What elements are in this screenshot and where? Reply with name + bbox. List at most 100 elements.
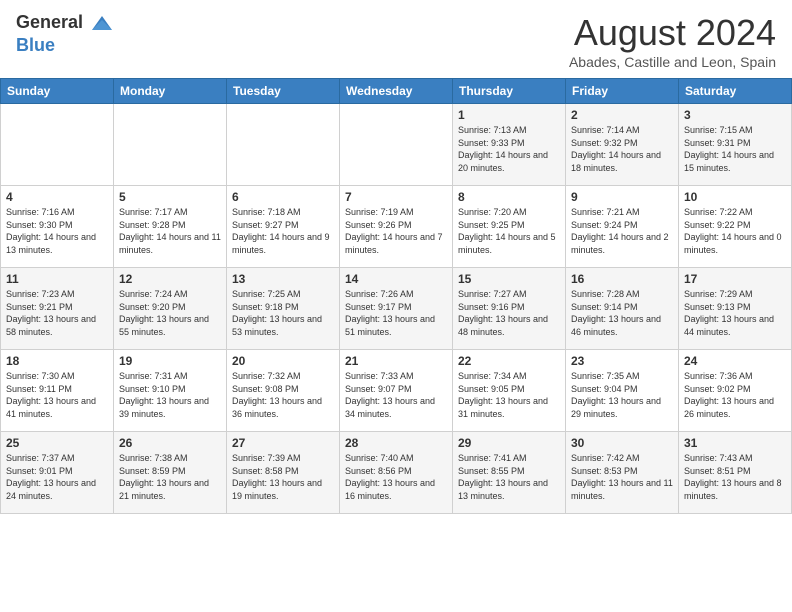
calendar-cell	[227, 104, 340, 186]
calendar-cell: 18Sunrise: 7:30 AMSunset: 9:11 PMDayligh…	[1, 350, 114, 432]
day-number: 15	[458, 272, 560, 286]
calendar-cell: 7Sunrise: 7:19 AMSunset: 9:26 PMDaylight…	[340, 186, 453, 268]
calendar-cell: 25 Sunrise: 7:37 AMSunset: 9:01 PMDayligh…	[1, 432, 114, 514]
day-number: 14	[345, 272, 447, 286]
day-number: 26	[119, 436, 221, 450]
day-info: Sunrise: 7:27 AMSunset: 9:16 PMDaylight:…	[458, 288, 560, 338]
calendar-cell: 31 Sunrise: 7:43 AMSunset: 8:51 PMDayligh…	[679, 432, 792, 514]
day-info: Sunrise: 7:20 AMSunset: 9:25 PMDaylight:…	[458, 206, 560, 256]
day-number: 20	[232, 354, 334, 368]
day-info: Sunrise: 7:42 AMSunset: 8:53 PMDaylight:…	[571, 452, 673, 502]
day-info: Sunrise: 7:38 AMSunset: 8:59 PMDaylight:…	[119, 452, 221, 502]
day-info: Sunrise: 7:35 AMSunset: 9:04 PMDaylight:…	[571, 370, 673, 420]
day-info: Sunrise: 7:34 AMSunset: 9:05 PMDaylight:…	[458, 370, 560, 420]
day-header-sunday: Sunday	[1, 79, 114, 104]
day-number: 29	[458, 436, 560, 450]
day-number: 12	[119, 272, 221, 286]
day-info: Sunrise: 7:13 AMSunset: 9:33 PMDaylight:…	[458, 124, 560, 174]
calendar-cell	[1, 104, 114, 186]
location: Abades, Castille and Leon, Spain	[569, 54, 776, 70]
calendar-cell: 23Sunrise: 7:35 AMSunset: 9:04 PMDayligh…	[566, 350, 679, 432]
calendar-cell: 27 Sunrise: 7:39 AMSunset: 8:58 PMDayligh…	[227, 432, 340, 514]
calendar-week-4: 18Sunrise: 7:30 AMSunset: 9:11 PMDayligh…	[1, 350, 792, 432]
calendar-cell: 3 Sunrise: 7:15 AMSunset: 9:31 PMDaylight…	[679, 104, 792, 186]
day-header-monday: Monday	[114, 79, 227, 104]
day-number: 3	[684, 108, 786, 122]
calendar-week-1: 1 Sunrise: 7:13 AMSunset: 9:33 PMDaylight…	[1, 104, 792, 186]
day-number: 25	[6, 436, 108, 450]
day-info: Sunrise: 7:28 AMSunset: 9:14 PMDaylight:…	[571, 288, 673, 338]
day-info: Sunrise: 7:29 AMSunset: 9:13 PMDaylight:…	[684, 288, 786, 338]
header: General Blue August 2024 Abades, Castill…	[0, 0, 792, 78]
calendar-cell: 6 Sunrise: 7:18 AMSunset: 9:27 PMDaylight…	[227, 186, 340, 268]
calendar-week-2: 4Sunrise: 7:16 AMSunset: 9:30 PMDaylight…	[1, 186, 792, 268]
day-number: 19	[119, 354, 221, 368]
calendar-cell	[340, 104, 453, 186]
day-number: 22	[458, 354, 560, 368]
day-number: 28	[345, 436, 447, 450]
calendar-cell: 10 Sunrise: 7:22 AMSunset: 9:22 PMDayligh…	[679, 186, 792, 268]
day-number: 31	[684, 436, 786, 450]
day-info: Sunrise: 7:36 AMSunset: 9:02 PMDaylight:…	[684, 370, 786, 420]
day-info: Sunrise: 7:41 AMSunset: 8:55 PMDaylight:…	[458, 452, 560, 502]
day-number: 4	[6, 190, 108, 204]
calendar-cell: 26 Sunrise: 7:38 AMSunset: 8:59 PMDayligh…	[114, 432, 227, 514]
day-number: 17	[684, 272, 786, 286]
day-number: 8	[458, 190, 560, 204]
calendar-cell: 21 Sunrise: 7:33 AMSunset: 9:07 PMDayligh…	[340, 350, 453, 432]
day-info: Sunrise: 7:40 AMSunset: 8:56 PMDaylight:…	[345, 452, 447, 502]
day-info: Sunrise: 7:30 AMSunset: 9:11 PMDaylight:…	[6, 370, 108, 420]
day-info: Sunrise: 7:39 AMSunset: 8:58 PMDaylight:…	[232, 452, 334, 502]
calendar-cell: 2 Sunrise: 7:14 AMSunset: 9:32 PMDaylight…	[566, 104, 679, 186]
day-number: 11	[6, 272, 108, 286]
day-info: Sunrise: 7:32 AMSunset: 9:08 PMDaylight:…	[232, 370, 334, 420]
logo-general: General	[16, 12, 83, 32]
day-number: 21	[345, 354, 447, 368]
calendar-cell: 19 Sunrise: 7:31 AMSunset: 9:10 PMDayligh…	[114, 350, 227, 432]
day-number: 10	[684, 190, 786, 204]
day-info: Sunrise: 7:21 AMSunset: 9:24 PMDaylight:…	[571, 206, 673, 256]
calendar-cell: 8 Sunrise: 7:20 AMSunset: 9:25 PMDaylight…	[453, 186, 566, 268]
calendar-cell: 24 Sunrise: 7:36 AMSunset: 9:02 PMDayligh…	[679, 350, 792, 432]
day-number: 1	[458, 108, 560, 122]
day-number: 9	[571, 190, 673, 204]
day-number: 16	[571, 272, 673, 286]
calendar-cell: 14 Sunrise: 7:26 AMSunset: 9:17 PMDayligh…	[340, 268, 453, 350]
day-number: 27	[232, 436, 334, 450]
day-info: Sunrise: 7:22 AMSunset: 9:22 PMDaylight:…	[684, 206, 786, 256]
day-number: 7	[345, 190, 447, 204]
day-number: 2	[571, 108, 673, 122]
calendar-header-row: SundayMondayTuesdayWednesdayThursdayFrid…	[1, 79, 792, 104]
calendar-cell: 11Sunrise: 7:23 AMSunset: 9:21 PMDayligh…	[1, 268, 114, 350]
calendar-cell	[114, 104, 227, 186]
calendar-cell: 13 Sunrise: 7:25 AMSunset: 9:18 PMDayligh…	[227, 268, 340, 350]
logo-icon	[90, 12, 114, 36]
calendar-cell: 20 Sunrise: 7:32 AMSunset: 9:08 PMDayligh…	[227, 350, 340, 432]
calendar-cell: 15 Sunrise: 7:27 AMSunset: 9:16 PMDayligh…	[453, 268, 566, 350]
calendar-cell: 28 Sunrise: 7:40 AMSunset: 8:56 PMDayligh…	[340, 432, 453, 514]
day-info: Sunrise: 7:25 AMSunset: 9:18 PMDaylight:…	[232, 288, 334, 338]
title-area: August 2024 Abades, Castille and Leon, S…	[569, 12, 776, 70]
day-info: Sunrise: 7:18 AMSunset: 9:27 PMDaylight:…	[232, 206, 334, 256]
calendar-cell: 12 Sunrise: 7:24 AMSunset: 9:20 PMDayligh…	[114, 268, 227, 350]
day-info: Sunrise: 7:31 AMSunset: 9:10 PMDaylight:…	[119, 370, 221, 420]
day-info: Sunrise: 7:26 AMSunset: 9:17 PMDaylight:…	[345, 288, 447, 338]
day-number: 5	[119, 190, 221, 204]
day-number: 24	[684, 354, 786, 368]
calendar-week-3: 11Sunrise: 7:23 AMSunset: 9:21 PMDayligh…	[1, 268, 792, 350]
day-info: Sunrise: 7:15 AMSunset: 9:31 PMDaylight:…	[684, 124, 786, 174]
calendar-cell: 29 Sunrise: 7:41 AMSunset: 8:55 PMDayligh…	[453, 432, 566, 514]
logo: General Blue	[16, 12, 114, 55]
calendar-cell: 1 Sunrise: 7:13 AMSunset: 9:33 PMDaylight…	[453, 104, 566, 186]
calendar-cell: 9 Sunrise: 7:21 AMSunset: 9:24 PMDaylight…	[566, 186, 679, 268]
month-year: August 2024	[569, 12, 776, 54]
day-info: Sunrise: 7:43 AMSunset: 8:51 PMDaylight:…	[684, 452, 786, 502]
day-info: Sunrise: 7:33 AMSunset: 9:07 PMDaylight:…	[345, 370, 447, 420]
day-number: 6	[232, 190, 334, 204]
day-header-tuesday: Tuesday	[227, 79, 340, 104]
day-number: 13	[232, 272, 334, 286]
day-info: Sunrise: 7:37 AMSunset: 9:01 PMDaylight:…	[6, 452, 108, 502]
calendar-cell: 16 Sunrise: 7:28 AMSunset: 9:14 PMDayligh…	[566, 268, 679, 350]
day-info: Sunrise: 7:24 AMSunset: 9:20 PMDaylight:…	[119, 288, 221, 338]
day-info: Sunrise: 7:14 AMSunset: 9:32 PMDaylight:…	[571, 124, 673, 174]
